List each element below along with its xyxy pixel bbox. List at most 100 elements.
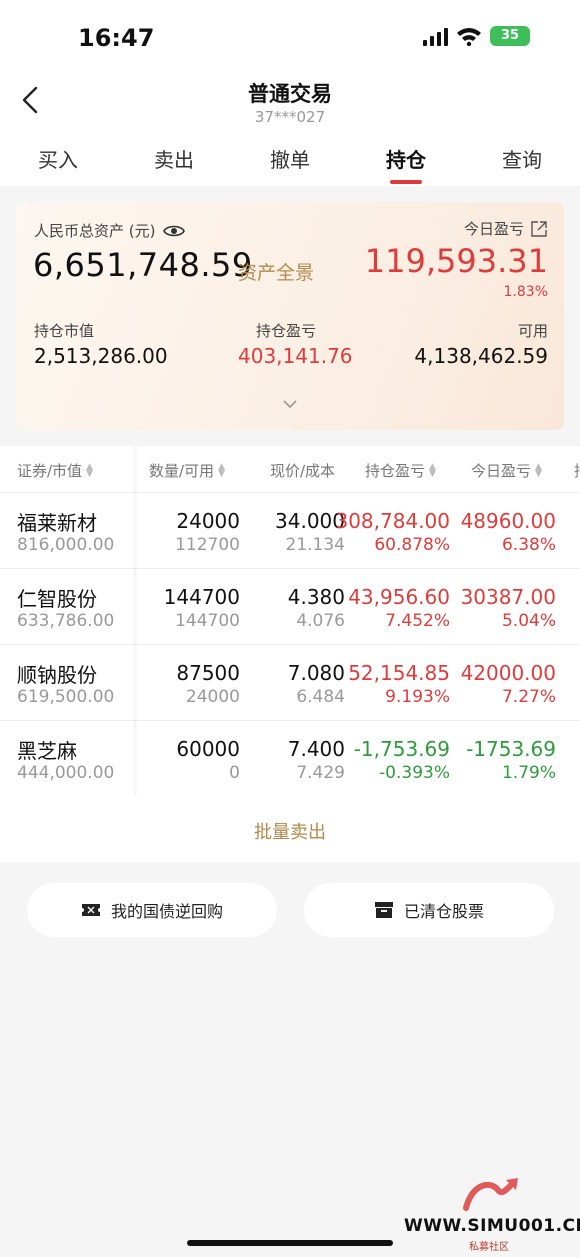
cellular-signal-icon (423, 26, 448, 46)
summary-section: 人民币总资产 (元) 6,651,748.59 资产全景 今日盈亏 119,59… (0, 186, 580, 446)
today-pnl-percent: 5.04% (501, 611, 556, 631)
total-assets-label-group: 人民币总资产 (元) (34, 220, 186, 241)
quantity: 24000 (176, 509, 240, 533)
eye-icon[interactable] (163, 223, 186, 239)
stock-market-value: 444,000.00 (17, 763, 115, 783)
position-pnl-percent: -0.393% (379, 763, 450, 783)
stock-market-value: 816,000.00 (17, 535, 115, 555)
today-pnl: 48960.00 (460, 509, 556, 533)
header-today-pnl[interactable]: 今日盈亏 ▲ ▼ (471, 460, 542, 481)
home-indicator (187, 1240, 393, 1246)
stock-name: 顺钠股份 (17, 663, 97, 687)
stock-market-value: 633,786.00 (17, 611, 115, 631)
tab-bar: 买入 卖出 撤单 持仓 查询 (0, 128, 580, 186)
sort-icon: ▲ ▼ (535, 461, 542, 479)
position-pnl-value: 403,141.76 (238, 344, 353, 368)
tab-query[interactable]: 查询 (464, 128, 580, 186)
today-pnl-percent: 6.38% (501, 535, 556, 555)
market-value: 2,513,286.00 (34, 344, 168, 368)
table-row[interactable]: 仁智股份 633,786.00 144700 144700 4.380 4.07… (0, 568, 580, 644)
cleared-stocks-button[interactable]: 已清仓股票 (304, 883, 554, 937)
cost-price: 6.484 (296, 687, 345, 707)
page-title: 普通交易 (248, 82, 332, 106)
current-price: 7.080 (287, 661, 345, 685)
header-price: 现价/成本 (270, 460, 335, 481)
nav-bar: 普通交易 37***027 (0, 70, 580, 128)
cost-price: 4.076 (296, 611, 345, 631)
cost-price: 7.429 (296, 763, 345, 783)
current-price: 7.400 (287, 737, 345, 761)
today-pnl: 30387.00 (460, 585, 556, 609)
sort-icon: ▲ ▼ (429, 461, 436, 479)
today-pnl: 42000.00 (460, 661, 556, 685)
battery-icon: 35 (490, 26, 530, 46)
today-pnl-percent: 1.79% (501, 763, 556, 783)
market-value-label: 持仓市值 (34, 322, 95, 340)
header-extra-label: 持 (574, 460, 580, 481)
archive-box-icon (374, 902, 393, 918)
tab-positions[interactable]: 持仓 (348, 128, 464, 186)
header-quantity-label: 数量/可用 (149, 462, 215, 480)
watermark-text: WWW.SIMU001.CN (404, 1216, 580, 1236)
header-extra: 持 (574, 460, 580, 481)
table-header: 证券/市值 ▲ ▼ 数量/可用 ▲ ▼ 现价/成本 持仓盈亏 ▲ ▼ 今日盈亏 ▲ ▼ … (0, 446, 580, 492)
sort-icon: ▲ ▼ (86, 461, 93, 479)
position-pnl: -1,753.69 (353, 737, 450, 761)
cleared-stocks-label: 已清仓股票 (403, 902, 484, 921)
header-security[interactable]: 证券/市值 ▲ ▼ (17, 460, 93, 481)
available-quantity: 112700 (175, 535, 240, 555)
table-row[interactable]: 顺钠股份 619,500.00 87500 24000 7.080 6.484 … (0, 644, 580, 720)
today-pnl-label-group[interactable]: 今日盈亏 (464, 218, 548, 239)
sort-icon: ▲ ▼ (218, 461, 225, 479)
header-today-pnl-label: 今日盈亏 (471, 462, 532, 480)
position-pnl-percent: 7.452% (385, 611, 450, 631)
today-pnl-percent: 1.83% (503, 284, 548, 300)
asset-overview-link[interactable]: 资产全景 (238, 258, 314, 285)
position-pnl: 52,154.85 (348, 661, 450, 685)
today-pnl-value: 119,593.31 (364, 242, 548, 280)
tab-cancel[interactable]: 撤单 (232, 128, 348, 186)
quantity: 87500 (176, 661, 240, 685)
position-pnl-percent: 9.193% (385, 687, 450, 707)
share-icon (531, 220, 547, 237)
account-number: 37***027 (254, 108, 326, 126)
header-quantity[interactable]: 数量/可用 ▲ ▼ (149, 460, 225, 481)
available-quantity: 0 (229, 763, 240, 783)
frozen-column-divider (134, 446, 138, 796)
header-security-label: 证券/市值 (17, 462, 83, 480)
tab-sell[interactable]: 卖出 (116, 128, 232, 186)
wifi-icon (457, 28, 481, 46)
table-row[interactable]: 福莱新材 816,000.00 24000 112700 34.000 21.1… (0, 492, 580, 568)
available-label: 可用 (517, 322, 548, 340)
bond-repo-button[interactable]: 我的国债逆回购 (27, 883, 277, 937)
available-value: 4,138,462.59 (414, 344, 548, 368)
today-pnl: -1753.69 (466, 737, 556, 761)
status-time: 16:47 (78, 24, 155, 52)
header-position-pnl[interactable]: 持仓盈亏 ▲ ▼ (365, 460, 436, 481)
today-pnl-label: 今日盈亏 (463, 220, 524, 238)
cost-price: 21.134 (285, 535, 345, 555)
tab-buy[interactable]: 买入 (0, 128, 116, 186)
stock-name: 福莱新材 (17, 511, 97, 535)
chevron-down-icon[interactable] (282, 398, 298, 410)
ticket-icon (81, 904, 100, 916)
quantity: 60000 (176, 737, 240, 761)
stock-market-value: 619,500.00 (17, 687, 115, 707)
status-bar: 16:47 35 (0, 0, 580, 70)
status-icons: 35 (423, 26, 530, 46)
current-price: 4.380 (287, 585, 345, 609)
quantity: 144700 (163, 585, 240, 609)
table-row[interactable]: 黑芝麻 444,000.00 60000 0 7.400 7.429 -1,75… (0, 720, 580, 796)
position-pnl-label: 持仓盈亏 (256, 322, 317, 340)
holdings-table: 证券/市值 ▲ ▼ 数量/可用 ▲ ▼ 现价/成本 持仓盈亏 ▲ ▼ 今日盈亏 ▲ ▼ … (0, 446, 580, 862)
watermark: WWW.SIMU001.CN 私募社区 (404, 1174, 580, 1253)
watermark-logo-icon (463, 1178, 518, 1211)
total-assets-value: 6,651,748.59 (33, 246, 253, 284)
available-quantity: 144700 (175, 611, 240, 631)
today-pnl-percent: 7.27% (501, 687, 556, 707)
bond-repo-label: 我的国债逆回购 (110, 902, 223, 921)
batch-sell-button[interactable]: 批量卖出 (0, 818, 580, 844)
stock-name: 黑芝麻 (17, 739, 77, 763)
position-pnl-percent: 60.878% (374, 535, 450, 555)
position-pnl: 43,956.60 (348, 585, 450, 609)
